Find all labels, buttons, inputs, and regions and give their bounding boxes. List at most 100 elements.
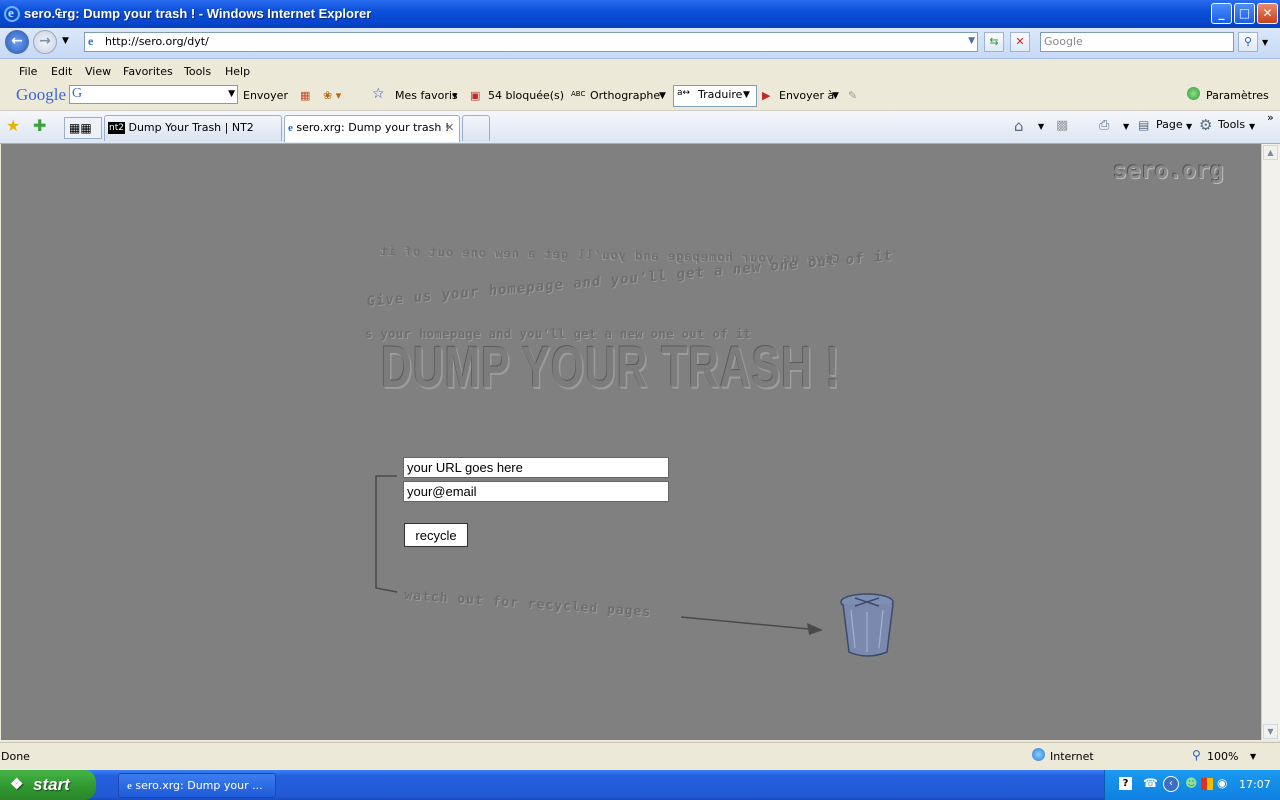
menu-favorites[interactable]: Favorites	[123, 65, 173, 78]
status-bar: Done Internet ⚲ 100% ▼	[0, 742, 1280, 771]
zoom-level[interactable]: 100%	[1207, 750, 1238, 763]
menu-help[interactable]: Help	[225, 65, 250, 78]
extensions-icon[interactable]: ❀ ▾	[323, 87, 341, 105]
taskbar-window-label: sero.xrg: Dump your ...	[135, 779, 263, 792]
refresh-button[interactable]: ⇆	[984, 32, 1004, 52]
url-input[interactable]	[403, 457, 669, 478]
page-icon: e	[88, 34, 94, 48]
page-menu-button[interactable]: Page	[1156, 118, 1183, 131]
address-toolbar: ← → ▼ e http://sero.org/dyt/ ▼ ⇆ ✕ Googl…	[0, 28, 1280, 59]
translate-button[interactable]: a↔ Traduire ▼	[673, 85, 757, 107]
address-url: http://sero.org/dyt/	[105, 35, 209, 48]
google-dropdown-icon[interactable]: ▼	[228, 89, 235, 99]
add-favorite-icon[interactable]: ✚	[33, 116, 46, 135]
tab-label: sero.xrg: Dump your trash !	[296, 121, 450, 134]
popup-icon[interactable]: ▦	[300, 87, 310, 105]
status-text: Done	[1, 750, 30, 763]
feeds-icon[interactable]: ▩	[1056, 118, 1068, 133]
menu-file[interactable]: File	[19, 65, 37, 78]
tab-bar: ★ ✚ ▦▦ ▼ nt2 Dump Your Trash | NT2 e ser…	[0, 111, 1280, 154]
chevron-more-icon[interactable]: »	[1267, 111, 1274, 124]
stop-button[interactable]: ✕	[1010, 32, 1030, 52]
menu-view[interactable]: View	[85, 65, 111, 78]
google-search-button[interactable]: Envoyer	[243, 87, 288, 105]
gear-icon: ⚙	[1199, 116, 1213, 134]
tray-chevron-icon[interactable]: ‹	[1163, 776, 1179, 792]
settings-button[interactable]: Paramètres	[1206, 87, 1269, 105]
google-logo[interactable]: Google	[16, 85, 66, 105]
search-options-icon[interactable]: ▼	[1262, 38, 1268, 47]
site-logo[interactable]: sero.org	[1113, 158, 1224, 184]
spellcheck-dropdown-icon[interactable]: ▼	[659, 87, 666, 105]
google-search-input[interactable]: G ▼	[69, 85, 238, 104]
google-toolbar: Google G ▼ Envoyer ▦ ❀ ▾ ☆ Mes favoris ▾…	[0, 83, 1280, 183]
spellcheck-button[interactable]: Orthographe	[590, 87, 660, 105]
star-icon[interactable]: ☆	[372, 85, 385, 103]
close-tab-icon[interactable]: ✕	[445, 116, 454, 140]
highlighter-icon[interactable]: ✎	[848, 87, 857, 105]
vertical-scrollbar[interactable]: ▲ ▼	[1261, 144, 1280, 740]
page-dropdown-icon[interactable]: ▼	[1186, 122, 1192, 131]
page-heading: DUMP YOUR TRASH !	[381, 335, 841, 400]
recycled-pages-note: watch out for recycled pages	[403, 588, 652, 621]
minimize-button[interactable]: _	[1211, 3, 1232, 24]
network-icon[interactable]: ☎	[1143, 776, 1158, 790]
page-icon: ▤	[1138, 118, 1150, 132]
close-button[interactable]: ✕	[1257, 3, 1278, 24]
menu-bar: File Edit View Favorites Tools Help	[0, 59, 1280, 83]
recycle-bin-icon	[840, 593, 894, 657]
search-icon[interactable]: ⚲	[1238, 32, 1258, 52]
tab-dump-your-trash-nt2[interactable]: nt2 Dump Your Trash | NT2	[104, 115, 282, 141]
tab-sero-active[interactable]: e sero.xrg: Dump your trash ! ✕	[284, 115, 460, 142]
favorites-dropdown-icon[interactable]: ▾	[452, 87, 458, 105]
email-input[interactable]	[403, 481, 669, 502]
quick-tabs-button[interactable]: ▦▦ ▼	[64, 117, 102, 154]
popup-blocked-count[interactable]: 54 bloquée(s)	[488, 87, 564, 105]
window-title: sero.₠rg: Dump your trash ! - Windows In…	[24, 6, 372, 21]
taskbar: ❖ start e sero.xrg: Dump your ... ? ☎ ‹ …	[0, 770, 1280, 800]
system-tray: ? ☎ ‹ ☻ ◉ 17:07	[1104, 770, 1280, 800]
home-dropdown-icon[interactable]: ▼	[1038, 122, 1044, 131]
start-button[interactable]: ❖ start	[0, 770, 96, 800]
maximize-button[interactable]: □	[1234, 3, 1255, 24]
address-field[interactable]: e http://sero.org/dyt/ ▼	[84, 32, 978, 52]
clock[interactable]: 17:07	[1239, 778, 1271, 791]
forward-button[interactable]: →	[33, 30, 57, 54]
print-icon[interactable]: ⎙	[1099, 118, 1109, 133]
page-content: sero.org Give us your homepage and you'l…	[1, 144, 1261, 740]
menu-edit[interactable]: Edit	[51, 65, 72, 78]
send-to-icon: ▶	[762, 89, 771, 102]
menu-tools[interactable]: Tools	[184, 65, 211, 78]
arrow-icon	[680, 616, 823, 635]
favorites-center-icon[interactable]: ★	[6, 116, 20, 135]
scroll-down-button[interactable]: ▼	[1263, 724, 1278, 739]
new-tab-button[interactable]	[462, 115, 490, 141]
back-button[interactable]: ←	[5, 30, 29, 54]
ie-favicon: e	[288, 122, 293, 134]
scroll-up-button[interactable]: ▲	[1263, 145, 1278, 160]
tools-dropdown-icon[interactable]: ▼	[1249, 122, 1255, 131]
taskbar-window-ie[interactable]: e sero.xrg: Dump your ...	[118, 773, 276, 798]
zoom-dropdown-icon[interactable]: ▼	[1250, 752, 1256, 761]
print-dropdown-icon[interactable]: ▼	[1123, 122, 1129, 131]
help-icon[interactable]: ?	[1119, 777, 1132, 790]
volume-icon[interactable]: ◉	[1217, 776, 1227, 790]
history-dropdown-icon[interactable]: ▼	[62, 36, 69, 46]
address-dropdown-icon[interactable]: ▼	[968, 36, 975, 46]
google-g-icon[interactable]: G	[72, 86, 82, 102]
ie-logo-icon	[4, 5, 20, 22]
tray-app-icon-2[interactable]	[1207, 778, 1213, 790]
send-to-button[interactable]: Envoyer à	[779, 87, 834, 105]
tray-people-icon[interactable]: ☻	[1185, 776, 1198, 790]
tools-menu-button[interactable]: Tools	[1218, 118, 1245, 131]
recycle-button[interactable]: recycle	[404, 523, 468, 547]
security-zone[interactable]: Internet	[1050, 750, 1094, 763]
favorites-button[interactable]: Mes favoris	[395, 87, 458, 105]
green-dot-icon	[1187, 87, 1200, 100]
search-input[interactable]: Google	[1040, 32, 1234, 52]
send-to-dropdown-icon[interactable]: ▼	[832, 87, 839, 105]
translate-label: Traduire	[698, 88, 743, 101]
start-label: start	[33, 775, 70, 794]
translate-dropdown-icon[interactable]: ▼	[743, 90, 750, 100]
home-icon[interactable]: ⌂	[1014, 117, 1024, 135]
